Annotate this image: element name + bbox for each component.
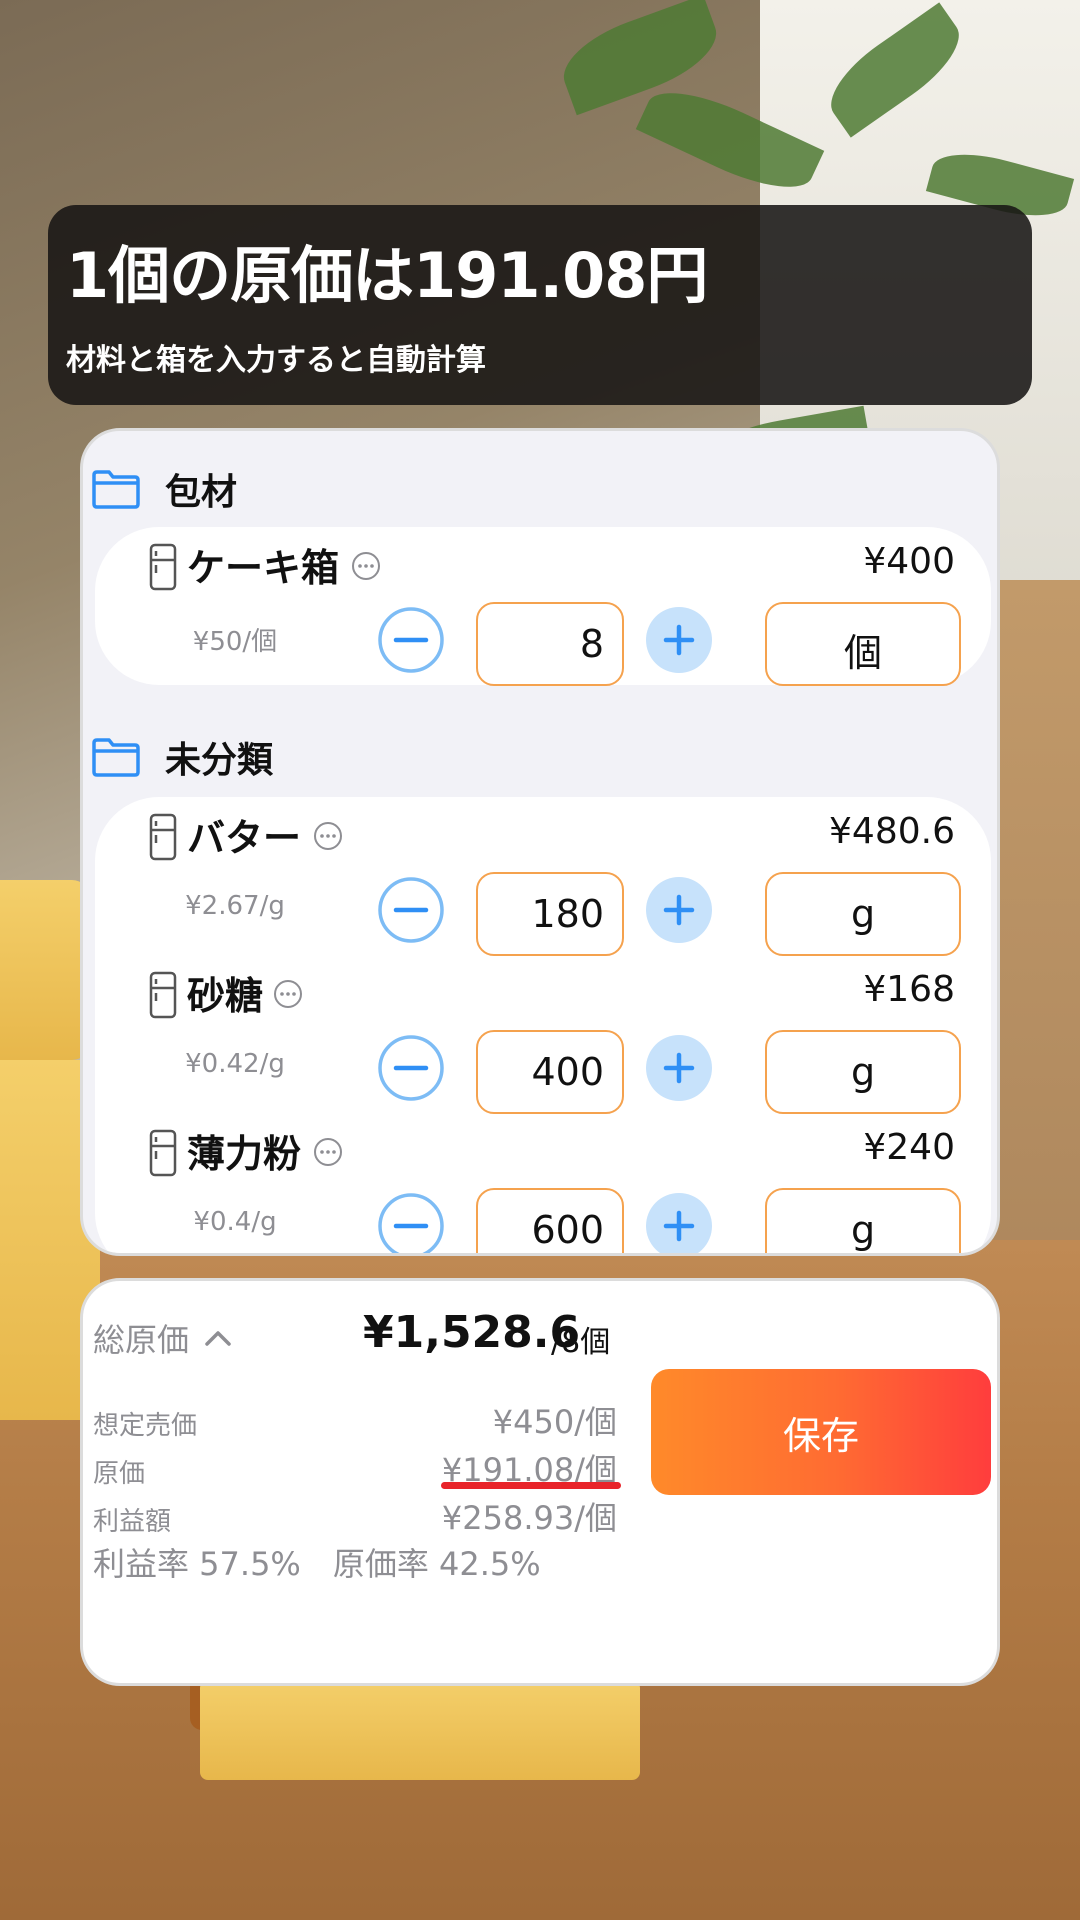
quantity-input[interactable]: 400 <box>476 1030 624 1114</box>
item-name: バター <box>187 816 302 860</box>
ellipsis-circle-icon[interactable] <box>313 821 343 851</box>
item-unit-price: ¥50/個 <box>192 627 278 657</box>
banner-title: 1個の原価は191.08円 <box>66 239 708 312</box>
item-unit-price: ¥0.42/g <box>185 1049 285 1079</box>
profit-value: ¥258.93/個 <box>441 1499 617 1537</box>
item-unit-price: ¥0.4/g <box>193 1207 277 1237</box>
item-total-price: ¥168 <box>863 969 955 1010</box>
unit-selector[interactable]: g <box>765 1030 961 1114</box>
list-item: 薄力粉 ¥240 ¥0.4/g 600 g <box>95 1113 991 1256</box>
total-cost-value: ¥1,528.6 <box>363 1307 581 1358</box>
minus-circle-icon[interactable] <box>378 607 444 673</box>
section-header-packaging[interactable]: 包材 <box>91 459 237 519</box>
list-item: ケーキ箱 ¥400 ¥50/個 8 個 <box>95 527 991 686</box>
minus-circle-icon[interactable] <box>378 1193 444 1256</box>
unit-selector[interactable]: 個 <box>765 602 961 686</box>
background-cake <box>200 1680 640 1780</box>
total-cost-toggle[interactable]: 総原価 <box>93 1315 233 1361</box>
quantity-input[interactable]: 8 <box>476 602 624 686</box>
item-total-price: ¥400 <box>863 541 955 582</box>
folder-icon <box>92 470 140 509</box>
quantity-input[interactable]: 600 <box>476 1188 624 1253</box>
total-cost-per: /8個 <box>551 1325 611 1360</box>
item-name: 薄力粉 <box>187 1132 302 1176</box>
item-name: 砂糖 <box>187 974 264 1018</box>
ellipsis-circle-icon[interactable] <box>273 979 303 1009</box>
minus-circle-icon[interactable] <box>378 1035 444 1101</box>
save-button[interactable]: 保存 <box>651 1369 991 1495</box>
minus-circle-icon[interactable] <box>378 877 444 943</box>
profit-label: 利益額 <box>93 1507 172 1537</box>
background-cake <box>0 880 90 1060</box>
list-item: バター ¥480.6 ¥2.67/g 180 g <box>95 797 991 956</box>
fridge-icon <box>149 813 177 861</box>
plus-circle-icon[interactable] <box>646 607 712 673</box>
fridge-icon <box>149 971 177 1019</box>
fridge-icon <box>149 543 177 591</box>
unit-cost-underline <box>441 1482 621 1489</box>
item-name: ケーキ箱 <box>187 546 340 590</box>
packaging-group: ケーキ箱 ¥400 ¥50/個 8 個 <box>95 527 991 686</box>
quantity-input[interactable]: 180 <box>476 872 624 956</box>
unit-selector[interactable]: g <box>765 872 961 956</box>
chevron-up-icon <box>205 1331 231 1346</box>
folder-icon <box>92 738 140 777</box>
uncategorized-group: バター ¥480.6 ¥2.67/g 180 g 砂糖 ¥168 ¥0.42/g… <box>95 797 991 1256</box>
plus-circle-icon[interactable] <box>646 877 712 943</box>
item-unit-price: ¥2.67/g <box>185 891 285 921</box>
section-label: 包材 <box>165 472 238 513</box>
total-cost-label: 総原価 <box>93 1321 190 1359</box>
unit-selector[interactable]: g <box>765 1188 961 1253</box>
materials-card: 包材 ケーキ箱 ¥400 ¥50/個 8 個 未分類 バター ¥480.6 ¥2… <box>80 428 1000 1256</box>
expected-price-label: 想定売価 <box>93 1411 198 1441</box>
ellipsis-circle-icon[interactable] <box>313 1137 343 1167</box>
list-item: 砂糖 ¥168 ¥0.42/g 400 g <box>95 955 991 1114</box>
item-total-price: ¥240 <box>863 1127 955 1168</box>
expected-price-value: ¥450/個 <box>492 1403 617 1441</box>
summary-card: 総原価 ¥1,528.6 /8個 想定売価 ¥450/個 原価 ¥191.08/… <box>80 1278 1000 1686</box>
unit-cost-label: 原価 <box>93 1459 146 1489</box>
item-total-price: ¥480.6 <box>829 811 955 852</box>
ellipsis-circle-icon[interactable] <box>351 551 381 581</box>
plus-circle-icon[interactable] <box>646 1193 712 1256</box>
plus-circle-icon[interactable] <box>646 1035 712 1101</box>
banner-subtitle: 材料と箱を入力すると自動計算 <box>66 343 486 378</box>
ratio-text: 利益率 57.5% 原価率 42.5% <box>93 1545 541 1583</box>
section-header-uncategorized[interactable]: 未分類 <box>91 727 273 787</box>
title-banner: 1個の原価は191.08円 材料と箱を入力すると自動計算 <box>48 205 1032 405</box>
fridge-icon <box>149 1129 177 1177</box>
section-label: 未分類 <box>165 740 274 781</box>
